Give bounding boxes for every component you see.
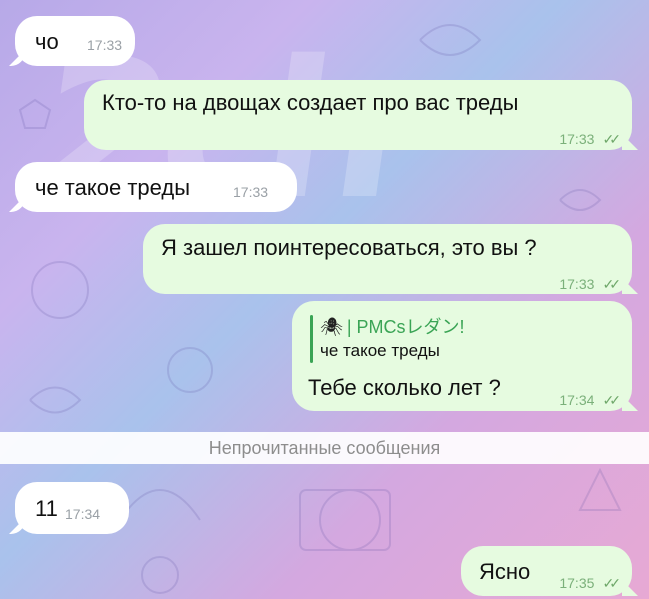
- read-receipt-icon: ✓✓: [602, 392, 622, 408]
- message-text: Я зашел поинтересоваться, это вы ?: [161, 235, 537, 260]
- outgoing-message[interactable]: Ясно 17:35 ✓✓: [461, 546, 632, 596]
- message-meta: 17:33 ✓✓: [559, 124, 622, 150]
- reply-bar: [310, 315, 313, 363]
- message-time: 17:33: [559, 276, 595, 292]
- read-receipt-icon: ✓✓: [602, 276, 622, 292]
- outgoing-message[interactable]: Кто-то на двощах создает про вас треды 1…: [84, 80, 632, 150]
- incoming-message[interactable]: че такое треды 17:33: [15, 162, 297, 212]
- message-text: че такое треды: [35, 175, 191, 200]
- reply-text: че такое треды: [320, 341, 440, 360]
- message-time: 17:33: [559, 131, 595, 147]
- message-time: 17:33: [87, 37, 123, 53]
- spider-icon: 🕷: [320, 317, 343, 337]
- incoming-message[interactable]: чо 17:33: [15, 16, 135, 66]
- reply-author: 🕷 | PMCsレダン!: [320, 313, 465, 339]
- message-time: 17:34: [65, 506, 101, 522]
- read-receipt-icon: ✓✓: [602, 575, 622, 591]
- message-text: Кто-то на двощах создает про вас треды: [102, 90, 519, 115]
- message-meta: 17:33 ✓✓: [559, 269, 622, 295]
- incoming-message[interactable]: 11 17:34: [15, 482, 129, 534]
- read-receipt-icon: ✓✓: [602, 131, 622, 147]
- message-time: 17:35: [559, 575, 595, 591]
- message-text: 11: [35, 496, 58, 521]
- message-meta: 17:35 ✓✓: [559, 568, 622, 594]
- message-text: Ясно: [479, 559, 531, 584]
- unread-divider: Непрочитанные сообщения: [0, 432, 649, 464]
- message-text: чо: [35, 29, 59, 54]
- message-meta: 17:34 ✓✓: [559, 385, 622, 411]
- message-time: 17:33: [233, 184, 269, 200]
- outgoing-message[interactable]: Я зашел поинтересоваться, это вы ? 17:33…: [143, 224, 632, 294]
- message-time: 17:34: [559, 392, 595, 408]
- outgoing-message[interactable]: 🕷 | PMCsレダン! че такое треды Тебе сколько …: [292, 301, 632, 411]
- message-text: Тебе сколько лет ?: [308, 375, 501, 400]
- reply-author-name: | PMCsレダン!: [346, 317, 465, 337]
